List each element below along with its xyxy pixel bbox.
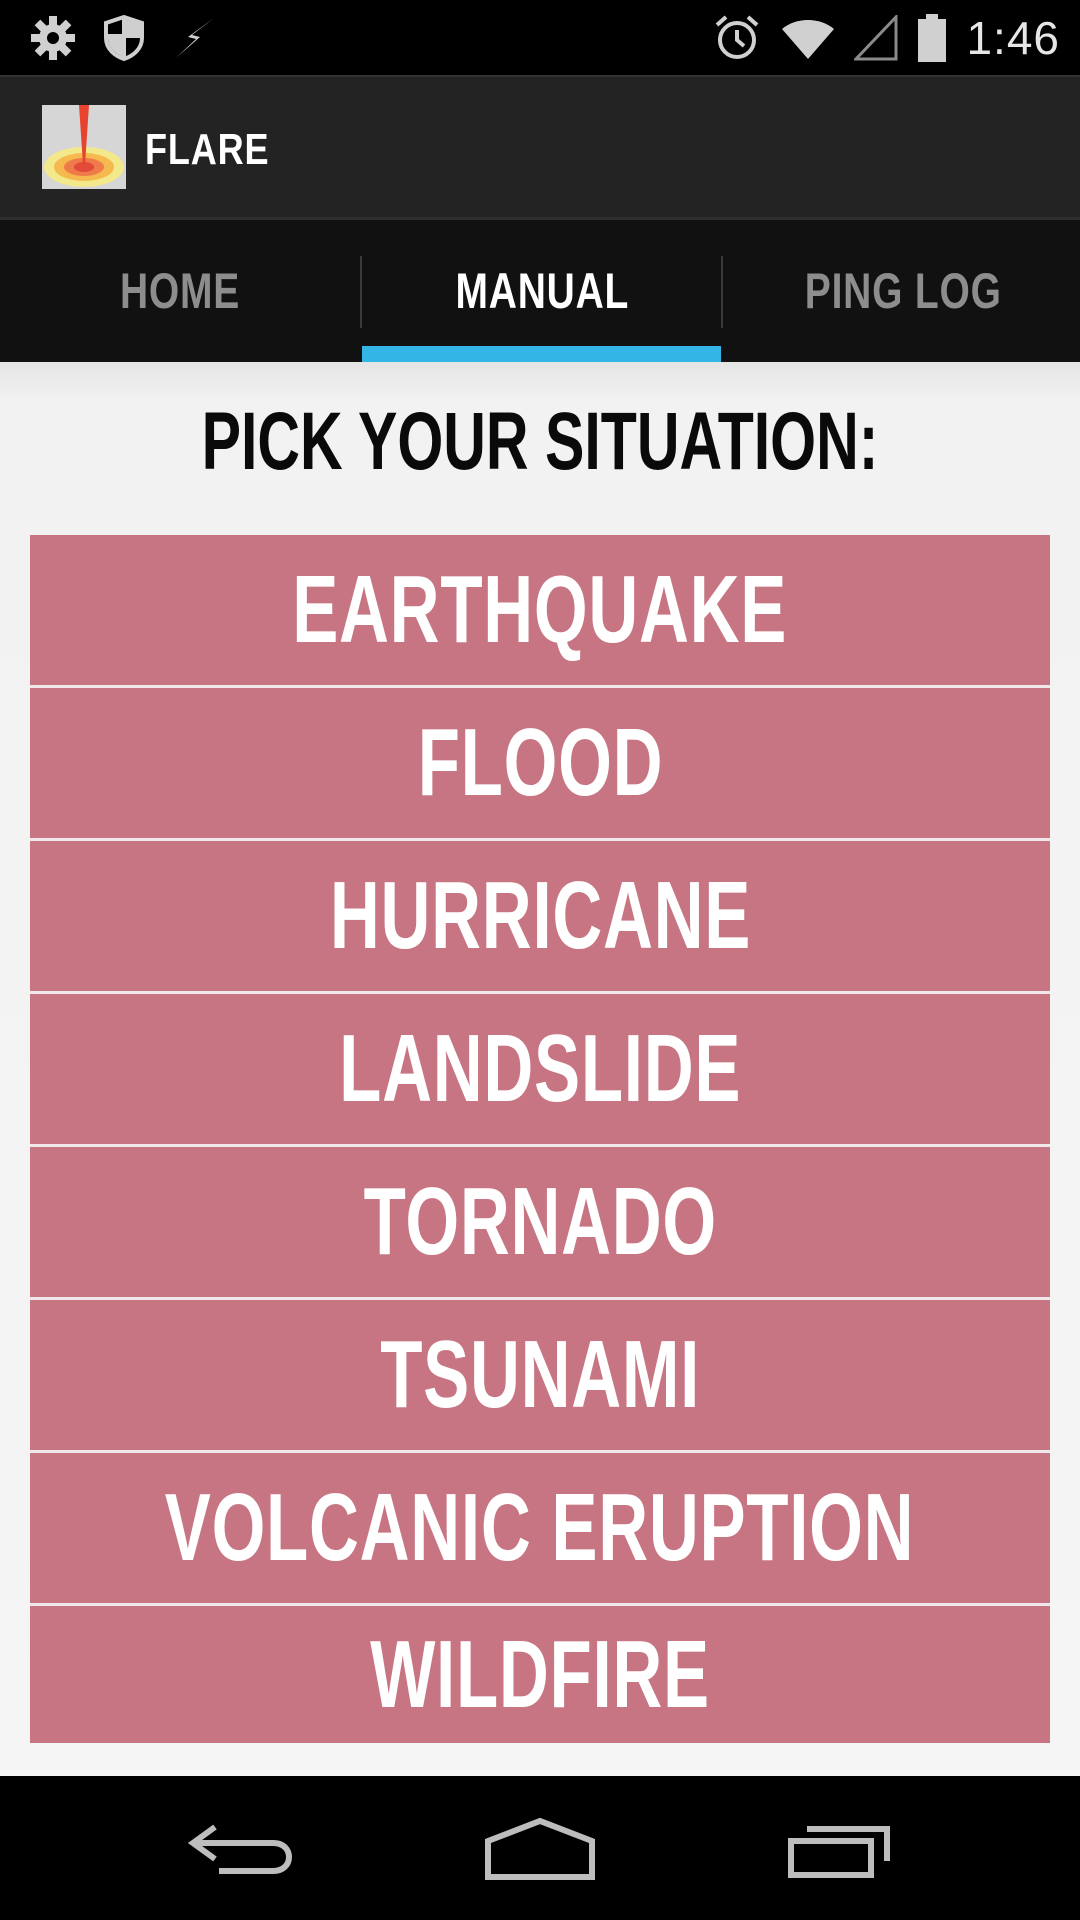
situation-label: TORNADO [363,1168,717,1275]
status-time: 1:46 [966,12,1060,64]
tab-manual-label: MANUAL [455,263,629,319]
lightning-icon [170,15,220,61]
situation-label: LANDSLIDE [338,1015,741,1122]
tab-home[interactable]: HOME [0,220,360,362]
situation-label: HURRICANE [329,862,751,969]
status-bar: 1:46 [0,0,1080,75]
situation-label: FLOOD [417,709,663,816]
tsunami-button[interactable]: TSUNAMI [30,1300,1050,1453]
status-system-icons: 1:46 [712,10,1060,66]
back-button[interactable] [160,1804,320,1894]
flare-app-icon[interactable] [42,105,126,189]
manual-content: PICK YOUR SITUATION: EARTHQUAKE FLOOD HU… [0,362,1080,1776]
active-tab-indicator [362,346,721,362]
cell-signal-icon [854,15,898,61]
tab-manual[interactable]: MANUAL [362,220,722,362]
tornado-button[interactable]: TORNADO [30,1147,1050,1300]
situation-label: VOLCANIC ERUPTION [165,1474,915,1581]
status-notifications [28,14,220,62]
navigation-bar [0,1776,1080,1920]
recent-apps-button[interactable] [760,1804,920,1894]
hurricane-button[interactable]: HURRICANE [30,841,1050,994]
situation-label: WILDFIRE [370,1620,710,1728]
shield-icon [102,14,146,62]
back-icon [187,1824,293,1874]
recent-apps-icon [788,1826,890,1878]
battery-icon [916,13,948,63]
wifi-icon [780,15,836,61]
home-icon [485,1817,595,1880]
situation-list: EARTHQUAKE FLOOD HURRICANE LANDSLIDE TOR… [30,535,1050,1743]
landslide-button[interactable]: LANDSLIDE [30,994,1050,1147]
situation-label: EARTHQUAKE [292,556,788,663]
earthquake-button[interactable]: EARTHQUAKE [30,535,1050,688]
settings-gear-icon [28,13,78,63]
wildfire-button[interactable]: WILDFIRE [30,1606,1050,1743]
tab-ping-log[interactable]: PING LOG [723,220,1080,362]
situation-label: TSUNAMI [380,1321,700,1428]
page-heading-text: PICK YOUR SITUATION: [201,396,879,487]
tab-ping-log-label: PING LOG [804,263,1002,319]
tab-home-label: HOME [119,263,241,319]
action-bar: FLARE [0,75,1080,220]
tab-bar: HOME MANUAL PING LOG [0,220,1080,362]
app-title: FLARE [145,125,270,174]
alarm-icon [712,13,762,63]
page-heading: PICK YOUR SITUATION: [0,397,1080,487]
volcanic-eruption-button[interactable]: VOLCANIC ERUPTION [30,1453,1050,1606]
flood-button[interactable]: FLOOD [30,688,1050,841]
home-button[interactable] [460,1804,620,1894]
